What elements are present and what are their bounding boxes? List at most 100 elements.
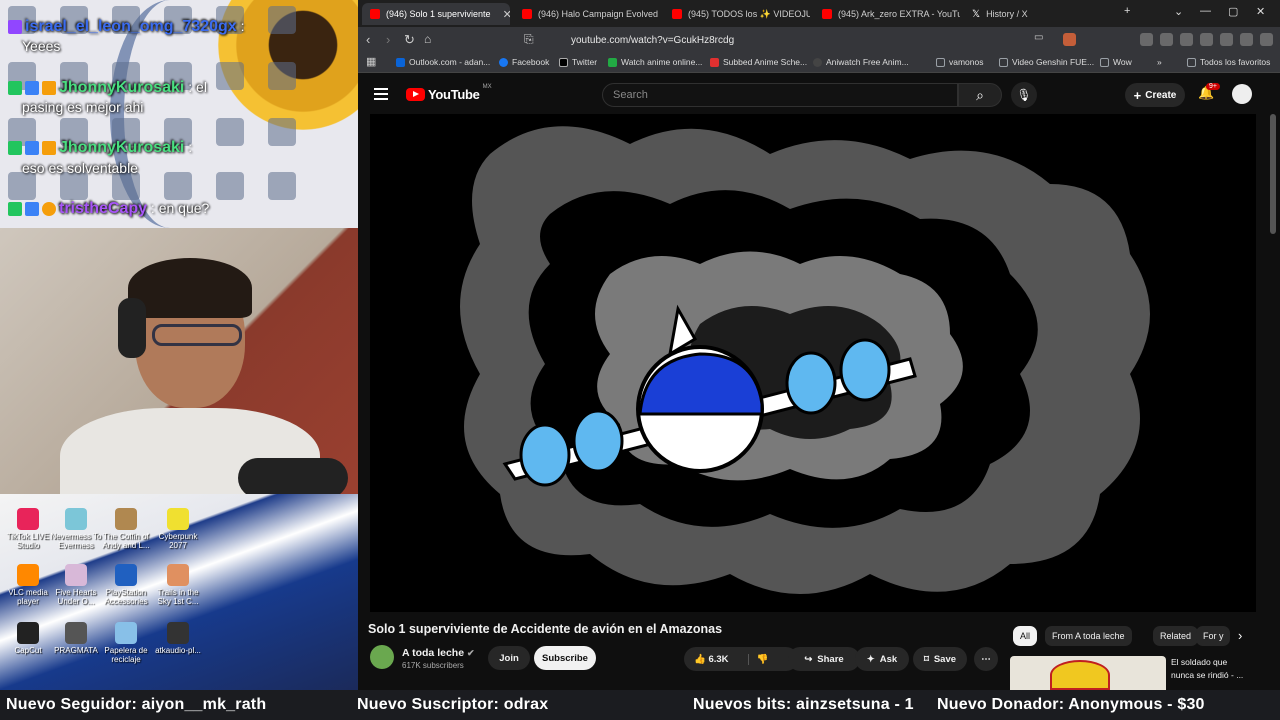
recommended-thumbnail[interactable] (1010, 656, 1166, 690)
search-input[interactable]: Search (602, 83, 958, 107)
address-bar[interactable]: youtube.com/watch?v=GcukHz8rcdg (546, 30, 1016, 50)
game-icon (65, 564, 87, 586)
chips-next-icon[interactable]: › (1238, 628, 1242, 643)
cast-icon[interactable]: ▭ (1034, 32, 1043, 43)
reload-icon[interactable]: ↻ (404, 32, 415, 48)
chip-all[interactable]: All (1013, 626, 1038, 646)
desktop-icon[interactable]: Nevermess To Evermess (48, 508, 104, 550)
browser-tab[interactable]: (946) Halo Campaign Evolved Es (514, 3, 660, 25)
dislike-button[interactable]: 👎 (747, 653, 768, 665)
bookmarks-overflow[interactable]: » (1157, 57, 1162, 67)
browser-toolbar: ‹ › ↻ ⌂ ⎘ youtube.com/watch?v=GcukHz8rcd… (358, 27, 1280, 53)
desktop-icon[interactable]: Cyberpunk 2077 (150, 508, 206, 550)
bookmark-item[interactable]: Facebook (499, 57, 549, 67)
extension-icon[interactable] (1200, 33, 1213, 46)
hamburger-menu-icon[interactable] (374, 88, 388, 100)
share-button[interactable]: ↪ Share (788, 647, 860, 671)
anime-site-icon (608, 57, 617, 67)
menu-icon[interactable] (1260, 33, 1273, 46)
chip-related[interactable]: Related (1153, 626, 1199, 646)
recommended-title[interactable]: El soldado que nunca se rindió - ... (1171, 656, 1251, 682)
chip-from-channel[interactable]: From A toda leche (1045, 626, 1132, 646)
bookmark-item[interactable]: Twitter (559, 57, 597, 67)
browser-tab[interactable]: 𝕏 History / X (964, 3, 1110, 25)
search-button[interactable]: ⌕ (958, 83, 1002, 107)
chat-text: Yeees (22, 38, 61, 54)
bookmark-folder[interactable]: Video Genshin FUE... (999, 57, 1094, 67)
new-follower-alert: Nuevo Seguidor: aiyon__mk_rath (6, 696, 267, 713)
like-button[interactable]: 👍 6.3K (694, 654, 729, 665)
twitch-badge-icon (8, 20, 22, 35)
wallet-icon[interactable] (1240, 33, 1253, 46)
bookmark-item[interactable]: Watch anime online... (608, 57, 702, 67)
extension-icon[interactable] (1140, 33, 1153, 46)
save-button[interactable]: ⌑ Save (913, 647, 967, 671)
more-actions-button[interactable]: ⋯ (974, 647, 998, 671)
join-button[interactable]: Join (488, 646, 530, 670)
page-scrollbar[interactable] (1270, 114, 1276, 234)
home-icon[interactable]: ⌂ (424, 32, 431, 46)
tab-search-icon[interactable]: ⌄ (1174, 5, 1183, 18)
chat-message: JhonnyKurosaki : el (8, 79, 207, 97)
browser-tab[interactable]: (946) Solo 1 superviviente ✕ (362, 3, 510, 25)
desktop-icon[interactable]: Papelera de reciclaje (98, 622, 154, 664)
aniwatch-icon (813, 57, 822, 67)
desktop-icon[interactable]: The Coffin of Andy and L... (98, 508, 154, 550)
x-favicon-icon: 𝕏 (972, 8, 981, 20)
chat-text: pasing es mejor ahi (22, 99, 144, 115)
webcam-hair (128, 258, 252, 318)
channel-avatar[interactable] (370, 645, 394, 669)
subscribe-button[interactable]: Subscribe (534, 646, 596, 670)
badge-icon (8, 202, 22, 217)
bookmark-folder[interactable]: Wow (1100, 57, 1132, 67)
playstation-icon (115, 564, 137, 586)
create-button[interactable]: + Create (1125, 83, 1185, 107)
bookmark-folder[interactable]: vamonos (936, 57, 984, 67)
desktop-icon[interactable]: Five Hearts Under O... (48, 564, 104, 606)
chip-for-you[interactable]: For y (1196, 626, 1230, 646)
youtube-header: YouTube MX Search ⌕ 🎙 + Create 🔔 9+ (358, 73, 1280, 115)
extension-icon[interactable] (1160, 33, 1173, 46)
subscriber-count: 617K subscribers (402, 661, 464, 670)
new-subscriber-alert: Nuevo Suscriptor: odrax (357, 696, 549, 713)
ask-button[interactable]: ✦ Ask (855, 647, 909, 671)
voice-search-button[interactable]: 🎙 (1011, 82, 1037, 108)
channel-name[interactable]: A toda leche ✔ (402, 647, 475, 659)
video-player[interactable] (370, 114, 1256, 612)
bookmark-item[interactable]: Outlook.com - adan... (396, 57, 490, 67)
bookmark-item[interactable]: Subbed Anime Sche... (710, 57, 807, 67)
desktop-icon[interactable]: atkaudio-pl... (150, 622, 206, 655)
all-bookmarks-folder[interactable]: Todos los favoritos (1187, 57, 1270, 67)
close-tab-icon[interactable]: ✕ (503, 8, 510, 21)
folder-icon (1187, 57, 1196, 67)
new-tab-icon[interactable]: + (1124, 5, 1130, 17)
screen: israel_el_leon_omg_7320gx : Yeees Jhonny… (0, 0, 1280, 720)
bookmark-item[interactable]: Aniwatch Free Anim... (813, 57, 909, 67)
extension-icon[interactable] (1180, 33, 1193, 46)
bookmark-icon[interactable]: ⎘ (524, 32, 534, 47)
badge-icon (8, 141, 22, 156)
brave-shield-icon[interactable] (1063, 33, 1076, 46)
browser-tab[interactable]: (945) TODOS los ✨ VIDEOJUEGO (664, 3, 810, 25)
close-window-icon[interactable]: ✕ (1256, 5, 1265, 18)
youtube-play-icon (406, 88, 425, 101)
desktop-icon[interactable]: PlayStation Accessories (98, 564, 154, 606)
chat-text: eso es solventable (22, 160, 138, 176)
badge-icon (25, 202, 39, 217)
back-icon[interactable]: ‹ (366, 32, 370, 47)
desktop-icon[interactable]: Trails in the Sky 1st C... (150, 564, 206, 606)
desktop-icon[interactable]: PRAGMATA (48, 622, 104, 655)
microphone-icon: 🎙 (1016, 88, 1032, 102)
browser-tab[interactable]: (945) Ark_zero EXTRA - YouTube (814, 3, 960, 25)
folder-icon (999, 57, 1008, 67)
chat-message: JhonnyKurosaki : (8, 139, 192, 157)
account-avatar[interactable] (1232, 84, 1252, 104)
extension-icon[interactable] (1220, 33, 1233, 46)
desktop-background: TikTok LIVE Studio Nevermess To Evermess… (0, 494, 358, 690)
game-icon (115, 508, 137, 530)
minimize-icon[interactable]: — (1200, 5, 1211, 17)
youtube-logo[interactable]: YouTube MX (406, 84, 492, 102)
forward-icon[interactable]: › (386, 32, 390, 47)
apps-grid-icon[interactable]: ▦ (366, 55, 376, 68)
maximize-icon[interactable]: ▢ (1228, 5, 1238, 18)
